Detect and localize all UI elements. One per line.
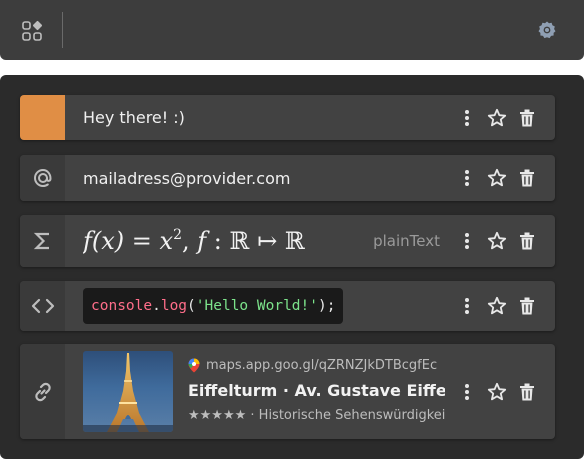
delete-button[interactable]: [515, 380, 539, 404]
star-icon: [487, 382, 507, 400]
code-token-dot: .: [152, 298, 161, 314]
clip-text: Hey there! :): [83, 108, 185, 127]
more-options-button[interactable]: [455, 166, 479, 190]
code-brackets-icon: [31, 298, 54, 314]
link-title: Eiffelturm · Av. Gustave Eiffel, ...: [188, 381, 445, 400]
top-toolbar: [0, 0, 584, 60]
more-vertical-icon: [465, 383, 469, 400]
clip-actions: [449, 344, 539, 439]
star-icon: [487, 296, 507, 315]
star-icon: [487, 231, 507, 250]
clip-card-email[interactable]: mailadress@provider.com: [20, 155, 555, 201]
code-token-open: (: [187, 298, 196, 314]
clip-type-marker: [20, 155, 65, 201]
clip-actions: [449, 155, 539, 201]
trash-icon: [520, 169, 534, 187]
link-preview-image: [83, 351, 173, 432]
delete-button[interactable]: [515, 166, 539, 190]
favorite-button[interactable]: [485, 106, 509, 130]
math-formula: f(x) = x2, f : ℝ ↦ ℝ: [83, 227, 305, 255]
link-preview-meta: maps.app.goo.gl/qZRNZJkDTBcgfEc Eiffeltu…: [188, 344, 445, 439]
trash-icon: [520, 383, 534, 400]
more-options-button[interactable]: [455, 229, 479, 253]
gear-icon: [538, 21, 556, 39]
delete-button[interactable]: [515, 106, 539, 130]
more-options-button[interactable]: [455, 380, 479, 404]
clip-card-code[interactable]: console. log('Hello World!');: [20, 281, 555, 331]
favorite-button[interactable]: [485, 380, 509, 404]
clip-card-math[interactable]: f(x) = x2, f : ℝ ↦ ℝ plainText: [20, 215, 555, 267]
code-token-object: console: [91, 298, 153, 314]
code-token-close: );: [318, 298, 336, 314]
content-type-badge: plainText: [373, 232, 440, 250]
apps-button[interactable]: [17, 16, 47, 46]
trash-icon: [520, 109, 534, 126]
code-token-function: log: [160, 298, 188, 314]
more-vertical-icon: [465, 170, 469, 186]
settings-button[interactable]: [532, 15, 562, 45]
link-icon: [34, 382, 51, 401]
more-vertical-icon: [465, 233, 469, 249]
star-icon: [487, 168, 507, 187]
favorite-button[interactable]: [485, 166, 509, 190]
clip-card-link[interactable]: maps.app.goo.gl/qZRNZJkDTBcgfEc Eiffeltu…: [20, 344, 555, 439]
apps-grid-icon: [22, 20, 43, 41]
map-pin-icon: [188, 358, 200, 373]
clip-type-marker: [20, 344, 65, 439]
more-vertical-icon: [465, 109, 469, 126]
delete-button[interactable]: [515, 294, 539, 318]
sigma-icon: [33, 232, 49, 250]
clip-type-marker: [20, 215, 65, 267]
code-token-string: 'Hello World!': [195, 298, 318, 314]
star-icon: [487, 108, 507, 126]
trash-icon: [520, 232, 534, 250]
link-url[interactable]: maps.app.goo.gl/qZRNZJkDTBcgfEc: [206, 358, 437, 373]
clip-actions: [449, 95, 539, 140]
more-options-button[interactable]: [455, 106, 479, 130]
code-snippet: console. log('Hello World!');: [83, 288, 344, 324]
clip-actions: [449, 215, 539, 267]
more-options-button[interactable]: [455, 294, 479, 318]
clip-color-marker: [20, 95, 65, 140]
at-sign-icon: [33, 168, 52, 188]
delete-button[interactable]: [515, 229, 539, 253]
clip-type-marker: [20, 281, 65, 331]
link-description: ★★★★★ · Historische Sehenswürdigkeit: [188, 408, 445, 423]
clipboard-list: Hey there! :) mailadress@provider.com f(…: [0, 75, 584, 459]
favorite-button[interactable]: [485, 229, 509, 253]
favorite-button[interactable]: [485, 294, 509, 318]
trash-icon: [520, 297, 534, 315]
clip-actions: [449, 281, 539, 331]
clip-card-text[interactable]: Hey there! :): [20, 95, 555, 140]
clip-text: mailadress@provider.com: [83, 168, 291, 188]
more-vertical-icon: [465, 298, 469, 314]
toolbar-divider: [62, 12, 63, 48]
